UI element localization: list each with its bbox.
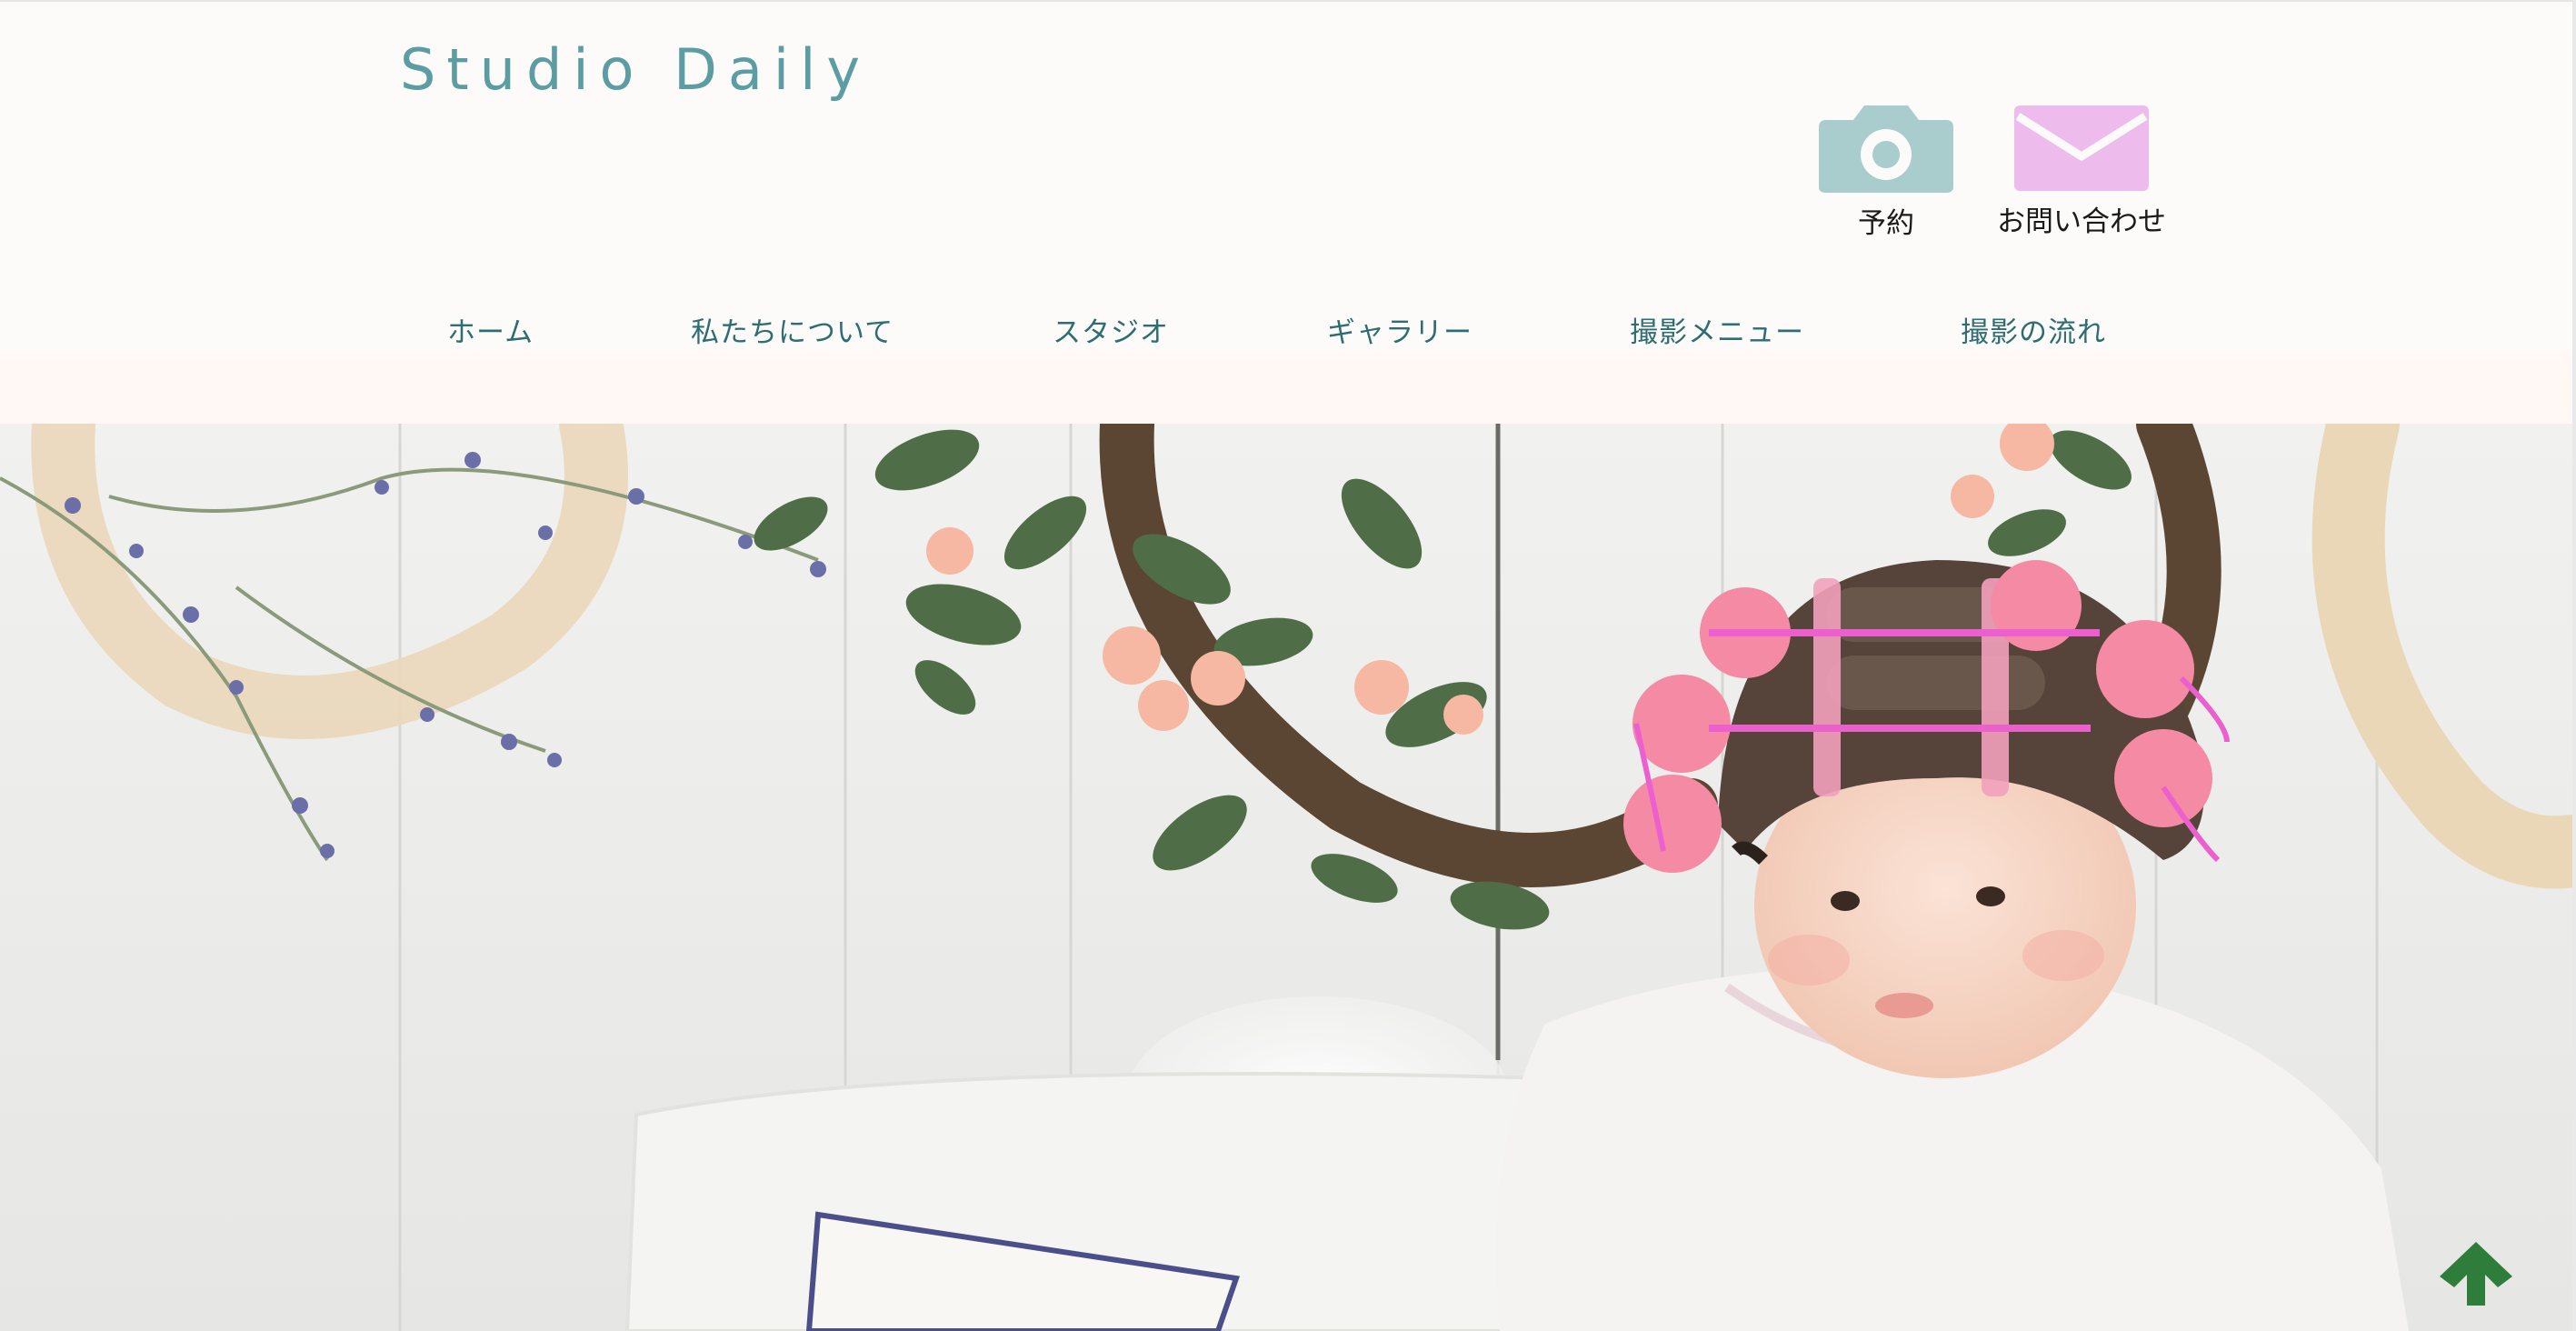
reserve-label: 予約 [1858,207,1914,240]
page: Studio Daily 予約 お問い合わせ ホーム 私たちについて スタジオ … [0,0,2576,1331]
hero-image [0,424,2572,1331]
nav-item-home[interactable]: ホーム [447,309,534,350]
hero-photo-illustration [0,424,2572,1331]
site-logo[interactable]: Studio Daily [400,36,871,103]
contact-label: お問い合わせ [1997,205,2166,238]
main-nav: ホーム 私たちについて スタジオ ギャラリー 撮影メニュー 撮影の流れ [0,309,2572,353]
nav-item-studio[interactable]: スタジオ [1053,309,1169,350]
contact-button[interactable]: お問い合わせ [1991,104,2172,239]
arrow-up-icon [2440,1242,2512,1306]
mail-icon [1991,104,2172,196]
nav-item-about[interactable]: 私たちについて [691,309,894,350]
back-to-top-button[interactable] [2436,1238,2516,1309]
header-band [0,351,2572,425]
camera-icon [1809,104,1963,198]
reserve-button[interactable]: 予約 [1809,104,1963,241]
nav-item-photo-menu[interactable]: 撮影メニュー [1630,309,1804,350]
nav-item-gallery[interactable]: ギャラリー [1327,309,1473,350]
header-actions: 予約 お問い合わせ [1809,104,2191,240]
nav-item-photo-flow[interactable]: 撮影の流れ [1961,309,2106,350]
site-header: Studio Daily 予約 お問い合わせ ホーム 私たちについて スタジオ … [0,0,2572,425]
window-edge [2572,0,2576,1331]
